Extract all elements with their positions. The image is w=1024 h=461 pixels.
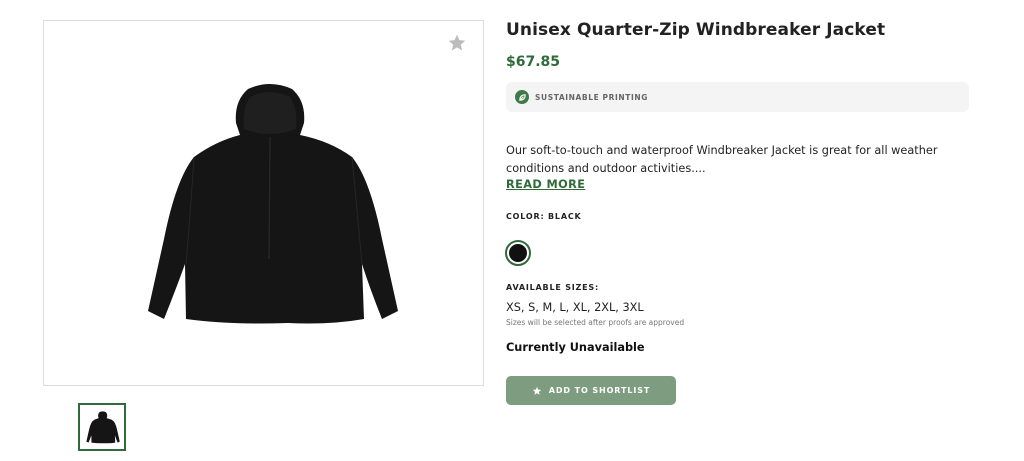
read-more-link[interactable]: READ MORE xyxy=(506,178,585,191)
leaf-icon xyxy=(515,90,529,104)
sizes-label: AVAILABLE SIZES: xyxy=(506,283,599,292)
badge-label: SUSTAINABLE PRINTING xyxy=(535,92,649,102)
color-swatch-dot xyxy=(509,244,527,262)
shortlist-button-label: ADD TO SHORTLIST xyxy=(548,386,651,395)
product-description: Our soft-to-touch and waterproof Windbre… xyxy=(506,144,938,175)
product-image-frame xyxy=(43,20,484,386)
star-icon xyxy=(532,386,541,395)
sustainable-printing-badge: SUSTAINABLE PRINTING xyxy=(506,82,969,112)
jacket-image xyxy=(148,84,398,324)
add-to-shortlist-button[interactable]: ADD TO SHORTLIST xyxy=(506,376,676,405)
color-label: COLOR: BLACK xyxy=(506,212,582,221)
favorite-star-icon[interactable] xyxy=(447,33,467,53)
sizes-value: XS, S, M, L, XL, 2XL, 3XL xyxy=(506,301,644,314)
jacket-thumbnail-icon xyxy=(86,411,120,444)
color-swatch-black[interactable] xyxy=(505,240,531,266)
product-title: Unisex Quarter-Zip Windbreaker Jacket xyxy=(506,20,886,40)
availability-status: Currently Unavailable xyxy=(506,341,645,354)
thumbnail-image[interactable] xyxy=(78,403,126,451)
sizes-note: Sizes will be selected after proofs are … xyxy=(506,318,685,327)
product-price: $67.85 xyxy=(506,54,561,70)
